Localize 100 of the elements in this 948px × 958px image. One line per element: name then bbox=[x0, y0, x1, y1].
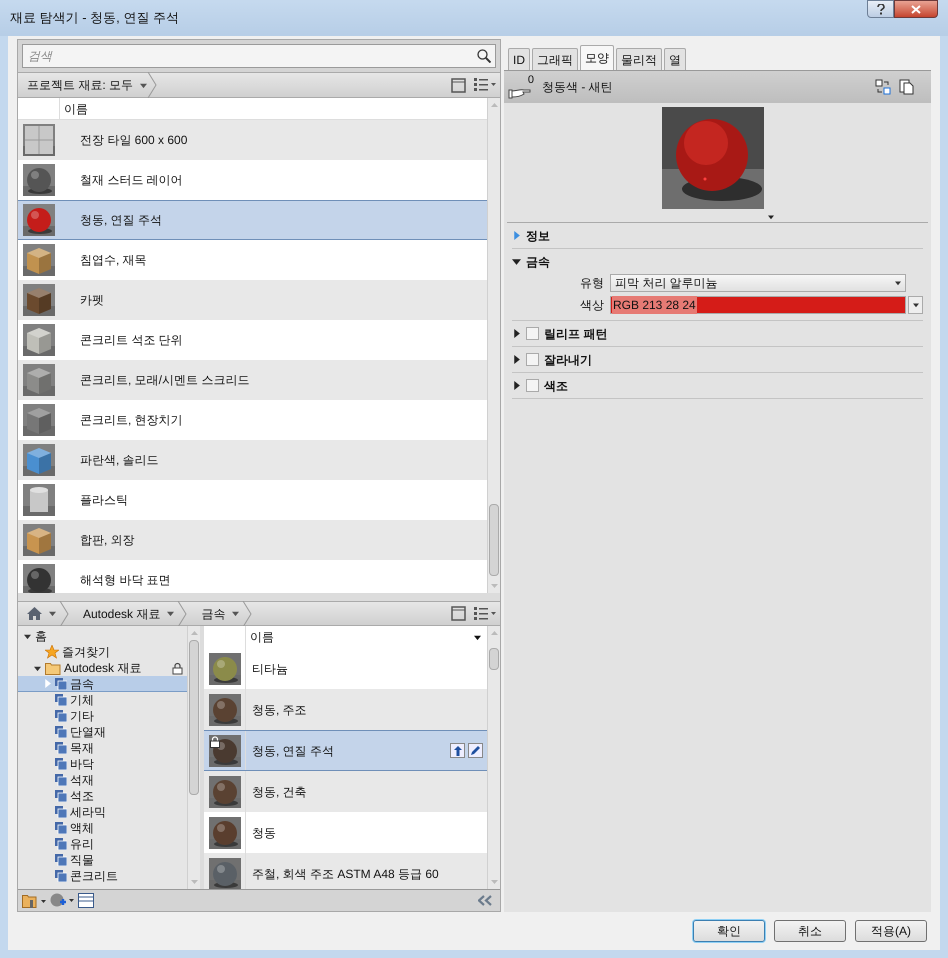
preview-caret-icon bbox=[768, 214, 774, 220]
edit-button[interactable] bbox=[468, 743, 483, 758]
tree-item[interactable]: 석재 bbox=[18, 772, 187, 788]
caret-icon bbox=[232, 610, 240, 617]
checkbox[interactable] bbox=[526, 327, 539, 340]
section-toggle[interactable] bbox=[512, 231, 521, 240]
help-button[interactable] bbox=[867, 0, 894, 18]
tree-item[interactable]: 석조 bbox=[18, 788, 187, 804]
breadcrumb-item[interactable]: Autodesk 재료 bbox=[69, 602, 178, 625]
tree-item[interactable]: 직물 bbox=[18, 852, 187, 868]
tree-item[interactable]: 단열재 bbox=[18, 724, 187, 740]
tree-item[interactable]: 금속 bbox=[18, 676, 187, 692]
section-toggle[interactable] bbox=[512, 329, 521, 338]
tree-label: 바닥 bbox=[70, 756, 94, 773]
material-name: 침엽수, 재목 bbox=[79, 252, 147, 269]
tab[interactable]: 모양 bbox=[580, 45, 614, 70]
tree-item[interactable]: 즐겨찾기 bbox=[18, 644, 187, 660]
section-title: 잘라내기 bbox=[544, 352, 592, 368]
category-icon bbox=[55, 742, 67, 754]
search-field[interactable]: 검색 bbox=[22, 44, 496, 68]
section-title: 금속 bbox=[526, 254, 550, 270]
tree-item[interactable]: Autodesk 재료 bbox=[18, 660, 187, 676]
material-row[interactable]: 카펫 bbox=[18, 280, 487, 320]
library-row[interactable]: 청동, 주조 bbox=[204, 689, 487, 730]
dialog-button[interactable]: 확인 bbox=[693, 920, 765, 942]
expander-icon bbox=[24, 632, 30, 640]
dialog-button[interactable]: 취소 bbox=[774, 920, 846, 942]
material-name: 콘크리트, 현장치기 bbox=[79, 412, 183, 429]
tab[interactable]: 물리적 bbox=[616, 48, 662, 70]
material-name: 플라스틱 bbox=[79, 492, 128, 509]
category-icon bbox=[55, 790, 67, 802]
add-material-icon[interactable] bbox=[50, 892, 74, 908]
add-to-document-button[interactable] bbox=[450, 743, 465, 758]
expander-icon bbox=[512, 381, 521, 390]
tree-item[interactable]: 액체 bbox=[18, 820, 187, 836]
color-field[interactable]: RGB 213 28 24 bbox=[610, 296, 906, 314]
section-title: 정보 bbox=[526, 228, 550, 244]
scroll-thumb[interactable] bbox=[489, 648, 499, 670]
checkbox[interactable] bbox=[526, 353, 539, 366]
library-row[interactable]: 청동, 연질 주석 bbox=[204, 730, 487, 771]
home-icon bbox=[27, 607, 42, 620]
material-row[interactable]: 콘크리트, 모래/시멘트 스크리드 bbox=[18, 360, 487, 400]
tab[interactable]: 그래픽 bbox=[532, 48, 578, 70]
type-dropdown[interactable]: 피막 처리 알루미늄 bbox=[610, 274, 906, 292]
dialog-button[interactable]: 적용(A) bbox=[855, 920, 927, 942]
tree-item[interactable]: 홈 bbox=[18, 628, 187, 644]
close-button[interactable] bbox=[894, 0, 938, 18]
folder-icon[interactable] bbox=[22, 894, 46, 908]
expander-icon bbox=[512, 231, 521, 240]
tree-item[interactable]: 바닥 bbox=[18, 756, 187, 772]
tree-item[interactable]: 기타 bbox=[18, 708, 187, 724]
scrollbar[interactable] bbox=[487, 626, 500, 889]
duplicate-icon[interactable] bbox=[899, 79, 915, 95]
checkbox[interactable] bbox=[526, 379, 539, 392]
panel-icon[interactable] bbox=[451, 78, 466, 92]
hand-icon bbox=[508, 87, 532, 99]
scroll-thumb[interactable] bbox=[189, 640, 199, 795]
column-header[interactable]: 이름 bbox=[60, 98, 88, 119]
material-name: 청동 bbox=[251, 824, 276, 842]
tab[interactable]: ID bbox=[508, 48, 530, 70]
search-icon[interactable] bbox=[477, 49, 491, 63]
category-icon bbox=[55, 678, 67, 690]
tree-item[interactable]: 기체 bbox=[18, 692, 187, 708]
breadcrumb-chevron-icon bbox=[147, 72, 158, 98]
tree-item[interactable]: 세라믹 bbox=[18, 804, 187, 820]
expander-icon bbox=[512, 329, 521, 338]
material-row[interactable]: 파란색, 솔리드 bbox=[18, 440, 487, 480]
panel-icon[interactable] bbox=[78, 893, 94, 908]
scroll-thumb[interactable] bbox=[489, 504, 499, 576]
tab[interactable]: 열 bbox=[664, 48, 686, 70]
tree-item[interactable]: 유리 bbox=[18, 836, 187, 852]
tree-item[interactable]: 콘크리트 bbox=[18, 868, 187, 884]
panel-icon[interactable] bbox=[451, 606, 466, 621]
tree-label: 홈 bbox=[35, 628, 47, 645]
library-row[interactable]: 청동, 건축 bbox=[204, 771, 487, 812]
section-toggle[interactable] bbox=[512, 381, 521, 390]
material-name: 카펫 bbox=[79, 292, 104, 309]
library-row[interactable]: 주철, 회색 주조 ASTM A48 등급 60 bbox=[204, 853, 487, 889]
tree-label: 유리 bbox=[70, 836, 94, 853]
material-name: 청동, 건축 bbox=[251, 784, 307, 800]
close-icon bbox=[911, 4, 921, 14]
breadcrumb-item[interactable]: 금속 bbox=[187, 602, 242, 625]
tree-item[interactable]: 목재 bbox=[18, 740, 187, 756]
scrollbar[interactable] bbox=[487, 98, 500, 593]
tree-label: 석조 bbox=[70, 788, 94, 805]
section-toggle[interactable] bbox=[512, 355, 521, 364]
scrollbar[interactable] bbox=[187, 626, 200, 889]
list-view-icon[interactable] bbox=[474, 78, 496, 92]
material-row[interactable]: 전장 타일 600 x 600 bbox=[18, 120, 487, 160]
material-row[interactable]: 합판, 외장 bbox=[18, 520, 487, 560]
section-toggle[interactable] bbox=[512, 257, 521, 266]
list-view-icon[interactable] bbox=[474, 606, 496, 620]
replace-icon[interactable] bbox=[875, 79, 891, 95]
color-menu-button[interactable] bbox=[908, 296, 923, 314]
collapse-icon[interactable] bbox=[478, 895, 492, 906]
material-row[interactable]: 청동, 연질 주석 bbox=[18, 200, 487, 240]
column-header[interactable]: 이름 bbox=[246, 626, 274, 648]
tree-label: 액체 bbox=[70, 820, 94, 837]
category-icon bbox=[55, 726, 67, 738]
sort-caret-icon bbox=[474, 634, 481, 640]
